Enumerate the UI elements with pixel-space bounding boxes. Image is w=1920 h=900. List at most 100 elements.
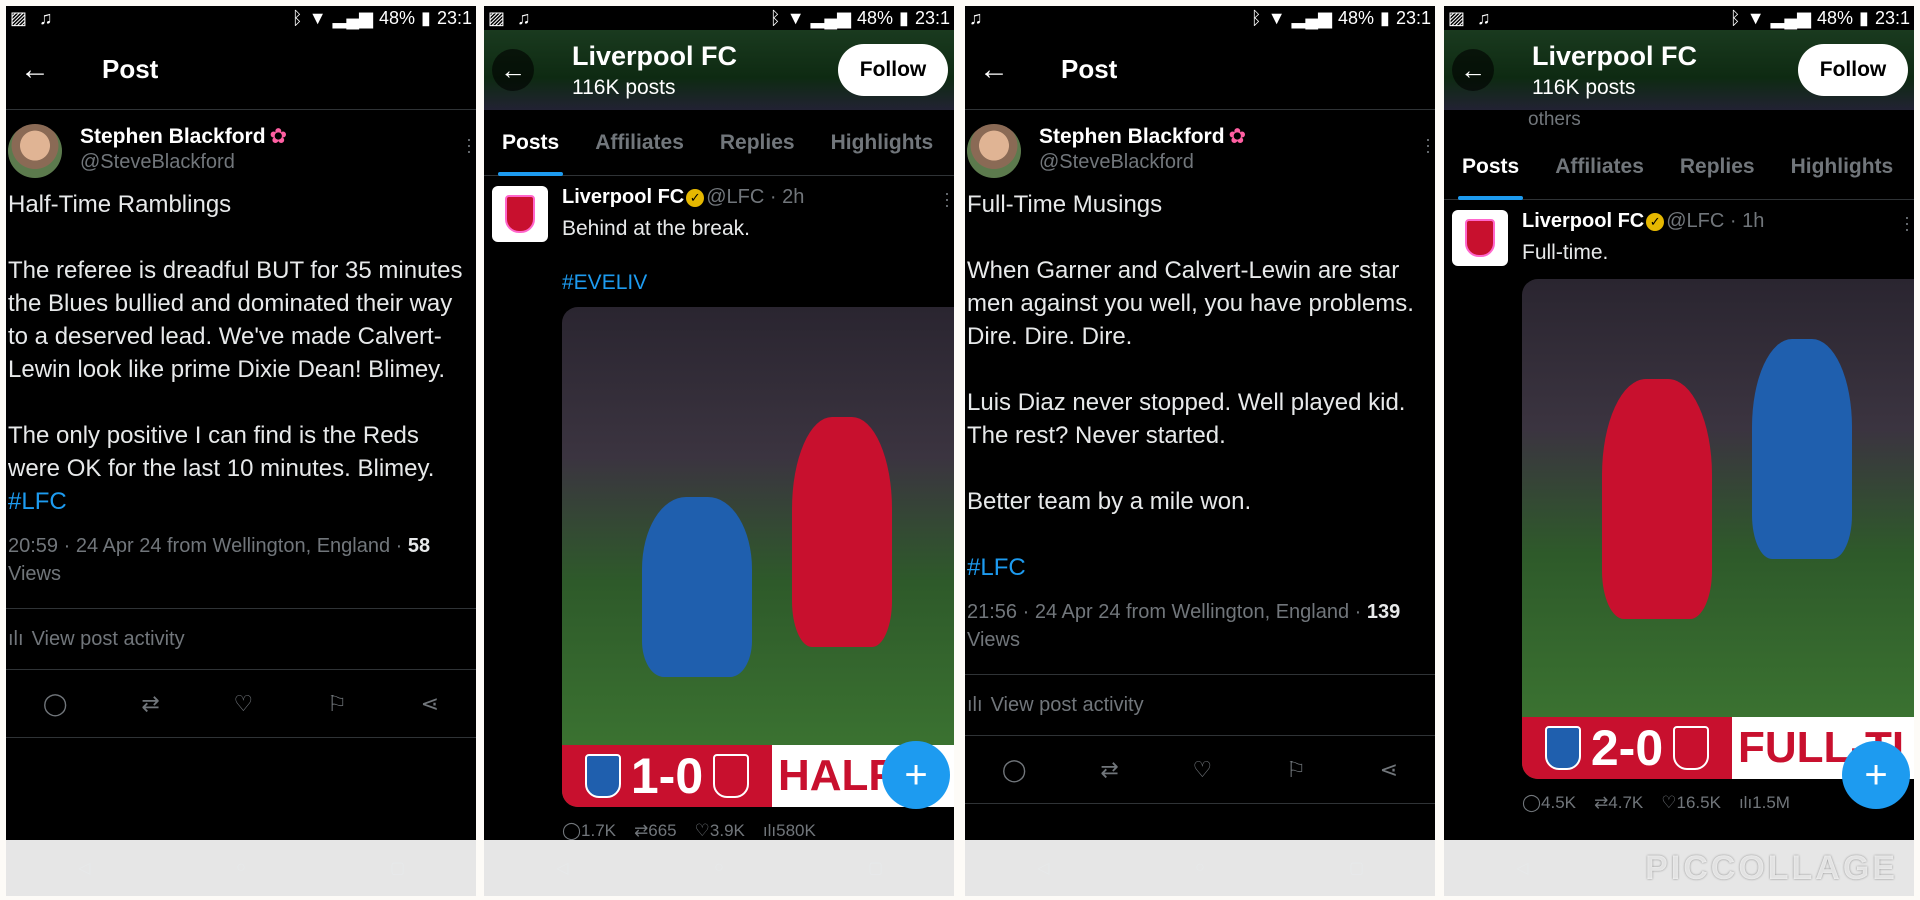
author-name[interactable]: Stephen Blackford	[80, 125, 266, 148]
lfc-crest-icon	[1465, 219, 1495, 257]
post-meta: 20:59 · 24 Apr 24 from Wellington, Engla…	[6, 518, 476, 588]
battery-percent: 48%	[1817, 7, 1854, 28]
lfc-crest-icon	[505, 195, 535, 233]
reply-count[interactable]: ◯4.5K	[1522, 793, 1576, 813]
post-author: Stephen Blackford ✿ @SteveBlackford · · ·	[965, 110, 1435, 178]
compose-post-fab[interactable]: +	[1842, 741, 1910, 809]
back-arrow-icon[interactable]: ←	[20, 53, 80, 87]
share-icon[interactable]: ⋖	[1380, 757, 1398, 783]
hashtag-link[interactable]: #EVELIV	[562, 271, 954, 295]
repost-count[interactable]: ⇄665	[634, 821, 677, 841]
bookmark-icon[interactable]: ⚐	[327, 691, 347, 717]
view-post-activity-button[interactable]: ılı View post activity	[965, 674, 1435, 736]
wifi-icon: ▼	[308, 8, 327, 28]
tab-affiliates[interactable]: Affiliates	[577, 110, 702, 176]
tweet-media-image[interactable]: 1-0 HALF-T	[562, 307, 954, 807]
back-arrow-icon[interactable]: ←	[1452, 49, 1494, 91]
like-icon[interactable]: ♡	[234, 691, 254, 717]
more-options-icon[interactable]: · · ·	[1904, 208, 1910, 238]
nav-back-icon[interactable]: ◁	[1030, 855, 1056, 881]
nav-recents-icon[interactable]: ▢	[385, 855, 411, 881]
post-actions: ◯ ⇄ ♡ ⚐ ⋖	[6, 670, 476, 738]
view-post-activity-button[interactable]: ılı View post activity	[6, 608, 476, 670]
battery-icon: ▮	[1859, 8, 1869, 28]
everton-badge-icon	[1544, 726, 1581, 770]
like-count[interactable]: ♡16.5K	[1661, 793, 1721, 813]
music-note-icon: ♫	[517, 8, 531, 28]
tab-replies[interactable]: Replies	[1662, 134, 1773, 200]
compose-post-fab[interactable]: +	[882, 741, 950, 809]
nav-home-icon[interactable]: ○	[228, 855, 254, 881]
tab-posts[interactable]: Posts	[1444, 134, 1537, 200]
tweet[interactable]: Liverpool FC ✓ @LFC · 2h Behind at the bre…	[484, 176, 954, 841]
nav-recents-icon[interactable]: ▢	[1344, 855, 1370, 881]
avatar[interactable]	[967, 124, 1021, 178]
more-options-icon[interactable]: · · ·	[944, 184, 950, 214]
tweet[interactable]: Liverpool FC ✓ @LFC · 1h Full-time. 2-0 FU…	[1444, 200, 1914, 813]
post-timestamp-location: 21:56 · 24 Apr 24 from Wellington, Engla…	[967, 601, 1367, 623]
everton-badge-icon	[584, 754, 621, 798]
views-count: 58	[407, 535, 431, 557]
music-note-icon: ♫	[969, 8, 983, 28]
phone-screen-lfc-fulltime: ▨ ♫ ᛒ ▼ ▂▄▆ 48% ▮ 23:1 ← Liverpool FC 116K pos…	[1444, 6, 1914, 896]
more-options-icon[interactable]: · · ·	[1425, 130, 1431, 160]
tab-highlights[interactable]: Highlights	[813, 110, 952, 176]
tab-posts[interactable]: Posts	[484, 110, 577, 176]
tab-highlights[interactable]: Highlights	[1773, 134, 1912, 200]
battery-icon: ▮	[1380, 8, 1390, 28]
clock: 23:1	[1874, 7, 1910, 28]
bookmark-icon[interactable]: ⚐	[1286, 757, 1306, 783]
author-handle[interactable]: @SteveBlackford	[80, 151, 287, 174]
hashtag-link[interactable]: #LFC	[8, 485, 474, 518]
tweet-media-image[interactable]: 2-0 FULL-TI	[1522, 279, 1914, 779]
tab-replies[interactable]: Replies	[702, 110, 813, 176]
author-name[interactable]: Stephen Blackford	[1039, 125, 1225, 148]
lfc-crest-avatar[interactable]	[492, 186, 548, 242]
repost-icon[interactable]: ⇄	[141, 691, 159, 717]
hashtag-link[interactable]: #LFC	[967, 551, 1433, 584]
bar-chart-icon: ılı	[1738, 793, 1753, 812]
post-header: ← Post	[6, 30, 476, 110]
tab-affiliates[interactable]: Affiliates	[1537, 134, 1662, 200]
nav-recents-icon[interactable]: ▢	[863, 855, 889, 881]
verified-badge-icon: ✓	[1646, 212, 1665, 231]
page-title: Post	[102, 54, 159, 84]
post-paragraph: When Garner and Calvert-Lewin are star m…	[967, 257, 1414, 350]
tweet-author-name[interactable]: Liverpool FC	[1522, 210, 1644, 232]
post-body: Half-Time Ramblings The referee is dread…	[6, 178, 476, 518]
tweet-text: Behind at the break.	[562, 217, 750, 240]
status-bar: ♫ ᛒ ▼ ▂▄▆ 48% ▮ 23:1	[965, 6, 1435, 30]
view-count[interactable]: ılı1.5M	[1739, 793, 1790, 813]
nav-back-icon[interactable]: ◁	[1509, 855, 1535, 881]
like-count[interactable]: ♡3.9K	[695, 821, 745, 841]
post-paragraph: Luis Diaz never stopped. Well played kid…	[967, 389, 1406, 449]
nav-home-icon[interactable]: ○	[706, 855, 732, 881]
flower-emoji-icon: ✿	[269, 125, 288, 148]
follow-button[interactable]: Follow	[838, 44, 948, 96]
back-arrow-icon[interactable]: ←	[492, 49, 534, 91]
reply-count[interactable]: ◯1.7K	[562, 821, 616, 841]
avatar[interactable]	[8, 124, 62, 178]
signal-icon: ▂▄▆	[1291, 8, 1333, 28]
like-icon[interactable]: ♡	[1193, 757, 1213, 783]
repost-icon[interactable]: ⇄	[1100, 757, 1118, 783]
more-options-icon[interactable]: · · ·	[466, 130, 472, 160]
reply-icon[interactable]: ◯	[43, 691, 68, 717]
view-count[interactable]: ılı580K	[763, 821, 816, 841]
tweet-author-name[interactable]: Liverpool FC	[562, 186, 684, 208]
nav-back-icon[interactable]: ◁	[549, 855, 575, 881]
liverpool-player-figure	[1602, 379, 1712, 619]
lfc-crest-avatar[interactable]	[1452, 210, 1508, 266]
nav-home-icon[interactable]: ○	[1187, 855, 1213, 881]
nav-back-icon[interactable]: ◁	[71, 855, 97, 881]
profile-post-count: 116K posts	[1532, 75, 1636, 99]
reply-icon[interactable]: ◯	[1002, 757, 1027, 783]
follow-button[interactable]: Follow	[1798, 44, 1908, 96]
post-actions: ◯ ⇄ ♡ ⚐ ⋖	[965, 736, 1435, 804]
repost-count[interactable]: ⇄4.7K	[1594, 793, 1643, 813]
phone-screen-post-halftime: ▨ ♫ ᛒ ▼ ▂▄▆ 48% ▮ 23:1 ← Post Stephen Blackfor…	[6, 6, 476, 896]
share-icon[interactable]: ⋖	[421, 691, 439, 717]
image-notification-icon: ▨	[10, 8, 28, 28]
author-handle[interactable]: @SteveBlackford	[1039, 151, 1246, 174]
back-arrow-icon[interactable]: ←	[979, 53, 1039, 87]
